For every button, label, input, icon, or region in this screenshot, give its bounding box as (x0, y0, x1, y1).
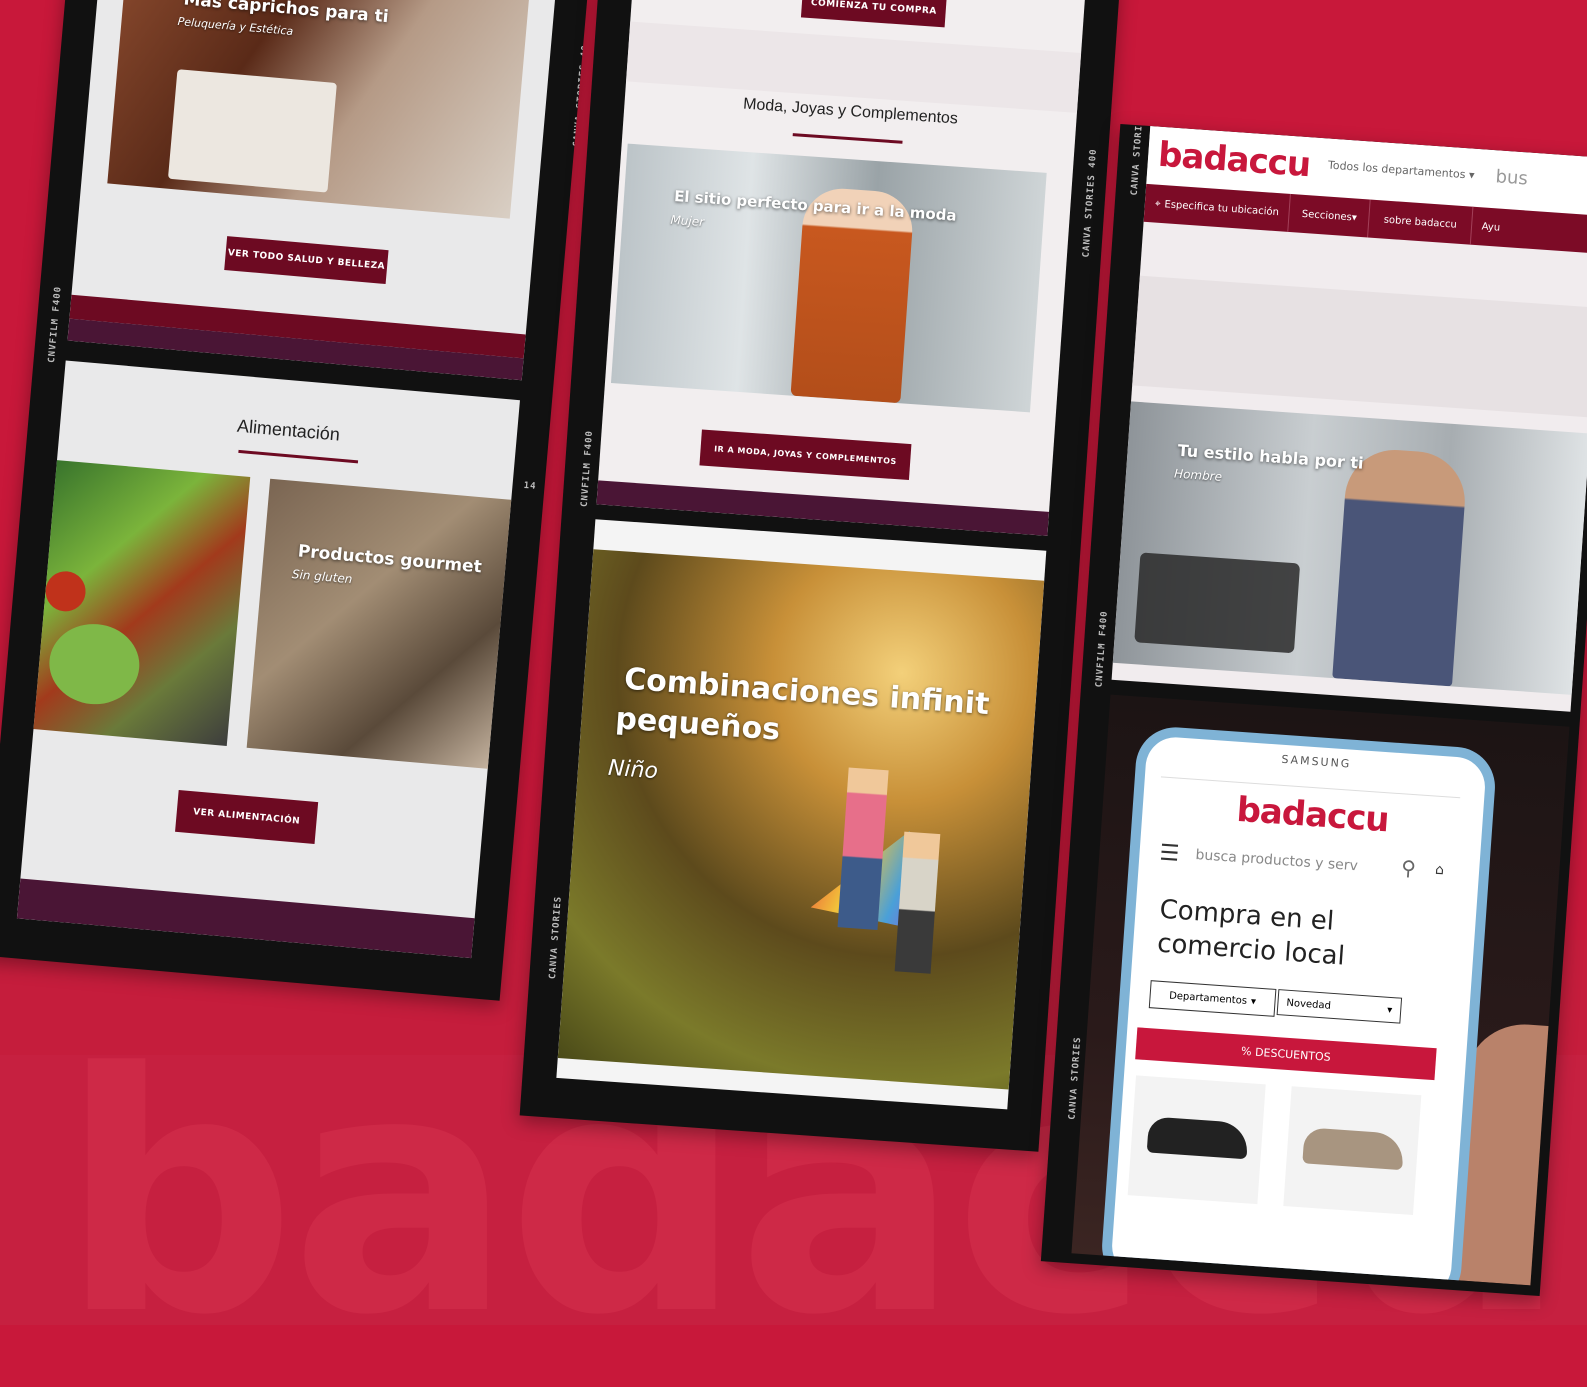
nav-label: sobre badaccu (1383, 214, 1458, 231)
chevron-down-icon: ▾ (1386, 1004, 1393, 1016)
gourmet-card-subtitle: Sin gluten (291, 567, 353, 587)
man-photo[interactable]: Tu estilo habla por ti Hombre (1112, 401, 1587, 695)
section-underline (792, 133, 903, 144)
nav-about[interactable]: sobre badaccu (1367, 199, 1473, 245)
beauty-section: Más caprichos para ti Peluquería y Estét… (67, 0, 557, 381)
product-jars (167, 69, 337, 193)
film-frame-right: CANVA STORI CNVFILM F400 CANVA STORIES b… (1040, 123, 1587, 1297)
beauty-hero-subtitle: Peluquería y Estética (177, 14, 294, 39)
phone-photo: SAMSUNG badaccu ☰ busca productos y serv… (1071, 694, 1570, 1286)
sneaker-image (1302, 1127, 1405, 1171)
phone-screen: SAMSUNG badaccu ☰ busca productos y serv… (1110, 735, 1487, 1286)
menu-icon[interactable]: ☰ (1159, 840, 1180, 866)
kids-hero-subtitle: Niño (607, 755, 659, 785)
film-label: CNVFILM F400 (46, 285, 64, 364)
kids-section: Combinaciones infinit pequeños Niño (556, 519, 1047, 1110)
beauty-photo[interactable]: Más caprichos para ti Peluquería y Estét… (107, 0, 531, 219)
section-underline (238, 449, 359, 464)
food-section-title: Alimentación (236, 415, 341, 445)
basket-icon[interactable]: ⌂ (1435, 862, 1445, 879)
film-label: CANVA STORIES (547, 895, 564, 980)
kids-photo[interactable]: Combinaciones infinit pequeños Niño (557, 549, 1045, 1090)
kids-hero-title-line2: pequeños (614, 701, 782, 748)
fashion-section: COMIENZA TU COMPRA Moda, Joyas y Complem… (596, 0, 1087, 536)
chevron-down-icon: ▾ (1250, 995, 1257, 1008)
view-food-button[interactable]: VER ALIMENTACIÓN (175, 789, 319, 844)
departments-label: Todos los departamentos (1327, 158, 1466, 182)
product-card[interactable] (1127, 1075, 1266, 1205)
location-pin-icon: ⌖ (1154, 198, 1161, 210)
select-label: Departamentos (1168, 989, 1248, 1007)
film-label: CANVA STORI (1129, 124, 1145, 196)
nav-label: Ayu (1481, 220, 1501, 234)
phone-search-input[interactable]: busca productos y serv (1195, 847, 1358, 874)
man-figure (1332, 446, 1469, 687)
film-label: 14 (523, 480, 537, 492)
fashion-hero-subtitle: Mujer (670, 212, 705, 230)
sneaker-image (1146, 1116, 1249, 1160)
nav-help[interactable]: Ayu (1469, 206, 1512, 248)
product-card[interactable] (1283, 1086, 1422, 1216)
discount-bar[interactable]: % DESCUENTOS (1135, 1027, 1437, 1081)
vegetables-card[interactable] (16, 458, 251, 746)
sort-select[interactable]: Novedad ▾ (1276, 989, 1403, 1024)
phone-device: SAMSUNG badaccu ☰ busca productos y serv… (1099, 724, 1498, 1286)
film-label: CANVA STORIES 40 (572, 44, 589, 148)
desktop-site: badaccu Todos los departamentos ▾ bus ⌖ … (1111, 126, 1587, 712)
tomato (43, 569, 88, 614)
nav-label: Secciones (1301, 208, 1353, 223)
chevron-down-icon: ▾ (1468, 168, 1475, 182)
search-input[interactable]: bus (1495, 166, 1529, 189)
film-frame-left: CANVA STORIES 40 CNVFILM F400 14 Más cap… (0, 0, 589, 1001)
select-label: Novedad (1286, 997, 1332, 1012)
cabbage (46, 620, 143, 708)
site-logo[interactable]: badaccu (1157, 135, 1311, 186)
film-label: CNVFILM F400 (1094, 610, 1110, 688)
woman-fashion-photo[interactable]: El sitio perfecto para ir a la moda Muje… (610, 143, 1047, 413)
men-hero-subtitle: Hombre (1173, 466, 1223, 484)
view-fashion-button[interactable]: IR A MODA, JOYAS Y COMPLEMENTOS (699, 429, 912, 481)
film-label: CANVA STORIES 400 (1081, 148, 1099, 258)
page-footer-band-dark (16, 878, 475, 959)
departments-select[interactable]: Departamentos ▾ (1148, 980, 1277, 1017)
view-beauty-button[interactable]: VER TODO SALUD Y BELLEZA (224, 236, 389, 285)
start-shopping-button[interactable]: COMIENZA TU COMPRA (800, 0, 947, 28)
nav-secciones[interactable]: Secciones ▾ (1287, 193, 1371, 238)
office-chairs (1134, 552, 1301, 654)
search-icon[interactable]: ⚲ (1400, 855, 1416, 880)
chevron-down-icon: ▾ (1351, 211, 1358, 224)
location-label: Especifica tu ubicación (1164, 198, 1280, 218)
departments-dropdown[interactable]: Todos los departamentos ▾ (1328, 159, 1475, 182)
food-section: Alimentación Productos gourmet Sin glute… (16, 360, 520, 959)
location-selector[interactable]: ⌖ Especifica tu ubicación (1145, 197, 1290, 218)
film-label: CNVFILM F400 (579, 429, 596, 508)
film-frame-middle: CANVA STORIES 400 CNVFILM F400 CANVA STO… (519, 0, 1121, 1152)
gourmet-card[interactable]: Productos gourmet Sin gluten (246, 478, 520, 770)
blank-banner (1132, 275, 1587, 418)
